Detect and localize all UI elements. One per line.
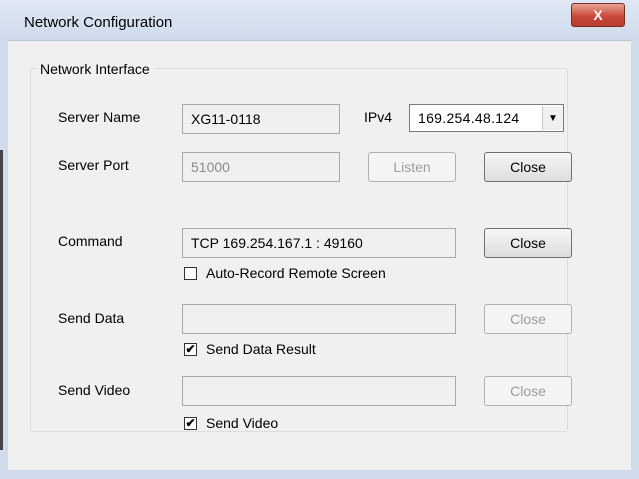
window-border-shadow	[0, 150, 3, 450]
send-video-checkbox[interactable]: ✔ Send Video	[184, 415, 278, 431]
ipv4-select[interactable]: 169.254.48.124 ▼	[409, 104, 564, 132]
send-video-field	[182, 376, 456, 406]
ipv4-label: IPv4	[364, 109, 393, 125]
send-data-label: Send Data	[58, 310, 125, 326]
group-legend: Network Interface	[36, 61, 154, 77]
send-video-label: Send Video	[58, 382, 131, 398]
send-video-close-button[interactable]: Close	[484, 376, 572, 406]
send-data-field	[182, 304, 456, 334]
window-border-bottom	[0, 469, 639, 479]
listen-button[interactable]: Listen	[368, 152, 456, 182]
check-icon[interactable]: ✔	[184, 342, 197, 356]
auto-record-label: Auto-Record Remote Screen	[206, 265, 386, 281]
command-label: Command	[58, 233, 123, 249]
server-close-button[interactable]: Close	[484, 152, 572, 182]
server-name-label: Server Name	[58, 109, 141, 125]
auto-record-checkbox-box[interactable]	[184, 266, 197, 280]
send-data-close-button[interactable]: Close	[484, 304, 572, 334]
window-border-right	[631, 40, 639, 479]
send-data-result-label: Send Data Result	[206, 341, 316, 357]
command-field: TCP 169.254.167.1 : 49160	[182, 228, 456, 258]
server-port-field[interactable]: 51000	[182, 152, 340, 182]
window-close-button[interactable]: X	[571, 3, 625, 27]
send-video-check-label: Send Video	[206, 415, 279, 431]
ipv4-select-value: 169.254.48.124	[418, 110, 520, 126]
window-title: Network Configuration	[24, 14, 173, 31]
close-icon: X	[593, 7, 603, 23]
server-port-label: Server Port	[58, 157, 129, 173]
chevron-down-icon[interactable]: ▼	[542, 106, 563, 130]
check-icon[interactable]: ✔	[184, 416, 197, 430]
send-data-result-checkbox[interactable]: ✔ Send Data Result	[184, 341, 316, 357]
command-close-button[interactable]: Close	[484, 228, 572, 258]
auto-record-checkbox[interactable]: Auto-Record Remote Screen	[184, 265, 386, 281]
server-name-field: XG11-0118	[182, 104, 340, 134]
